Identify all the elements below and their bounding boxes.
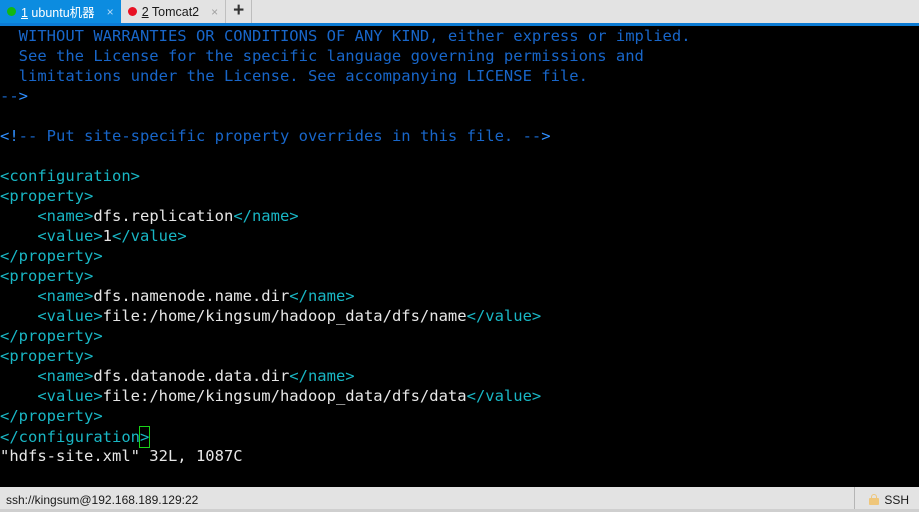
terminal-line: <value>file:/home/kingsum/hadoop_data/df… bbox=[0, 306, 919, 326]
terminal-line: See the License for the specific languag… bbox=[0, 46, 919, 66]
terminal-line: limitations under the License. See accom… bbox=[0, 66, 919, 86]
terminal-line: <property> bbox=[0, 186, 919, 206]
lock-icon bbox=[869, 494, 880, 505]
terminal-text: "hdfs-site.xml" 32L, 1087C bbox=[0, 447, 243, 465]
terminal-line: </property> bbox=[0, 246, 919, 266]
terminal-text: </value> bbox=[466, 387, 542, 405]
terminal-line: </configuration> bbox=[0, 426, 919, 448]
terminal-text: See the License for the specific languag… bbox=[0, 47, 644, 65]
tab-accelerator: 1 bbox=[21, 6, 28, 20]
terminal-line: <value>1</value> bbox=[0, 226, 919, 246]
terminal-text: </property> bbox=[0, 327, 103, 345]
tab-ubuntu[interactable]: 1 ubuntu机器 × bbox=[0, 0, 121, 23]
tab-status-dot-connected bbox=[7, 7, 16, 16]
terminal-text: file:/home/kingsum/hadoop_data/dfs/name bbox=[102, 307, 467, 325]
terminal-line: </property> bbox=[0, 406, 919, 426]
terminal-text: <value> bbox=[0, 387, 103, 405]
terminal-text: <configuration> bbox=[0, 167, 140, 185]
terminal-line: <name>dfs.replication</name> bbox=[0, 206, 919, 226]
terminal-text: <name> bbox=[0, 287, 94, 305]
terminal-text: </value> bbox=[466, 307, 542, 325]
terminal-line: --> bbox=[0, 86, 919, 106]
connection-string: ssh://kingsum@192.168.189.129:22 bbox=[6, 492, 199, 507]
terminal-text: </value> bbox=[112, 227, 187, 245]
terminal-line: "hdfs-site.xml" 32L, 1087C bbox=[0, 446, 919, 466]
terminal-line: <name>dfs.datanode.data.dir</name> bbox=[0, 366, 919, 386]
terminal-text: dfs.namenode.name.dir bbox=[93, 287, 290, 305]
terminal-text: <name> bbox=[0, 367, 94, 385]
tab-bar: 1 ubuntu机器 × 2 Tomcat2 × + bbox=[0, 0, 919, 26]
tab-bar-empty-area bbox=[252, 0, 919, 23]
terminal-text: </property> bbox=[0, 407, 103, 425]
tab-accelerator: 2 bbox=[141, 4, 149, 19]
terminal-text: 1 bbox=[102, 227, 112, 245]
terminal-text: <property> bbox=[0, 267, 94, 285]
tab-tomcat2[interactable]: 2 Tomcat2 × bbox=[120, 0, 227, 23]
terminal-text: <value> bbox=[0, 307, 103, 325]
terminal-text: dfs.replication bbox=[93, 207, 234, 225]
terminal-text: > bbox=[18, 87, 29, 105]
terminal-line: <value>file:/home/kingsum/hadoop_data/df… bbox=[0, 386, 919, 406]
tab-label-tomcat2: 2 Tomcat2 bbox=[142, 5, 199, 19]
terminal-text: </name> bbox=[289, 367, 355, 385]
terminal-line: <configuration> bbox=[0, 166, 919, 186]
terminal-text: </property> bbox=[0, 247, 103, 265]
terminal-text: <property> bbox=[0, 187, 94, 205]
tab-status-dot-disconnected bbox=[127, 7, 137, 16]
close-icon[interactable]: × bbox=[208, 6, 221, 18]
terminal-text: > bbox=[541, 127, 551, 145]
terminal-line: <property> bbox=[0, 266, 919, 286]
terminal-text: <name> bbox=[0, 207, 94, 225]
terminal-text: dfs.datanode.data.dir bbox=[93, 367, 290, 385]
terminal-line: WITHOUT WARRANTIES OR CONDITIONS OF ANY … bbox=[0, 26, 919, 46]
terminal-text: <property> bbox=[0, 347, 94, 365]
terminal-text: <! bbox=[0, 127, 19, 145]
close-icon[interactable]: × bbox=[104, 6, 117, 18]
terminal-screen[interactable]: WITHOUT WARRANTIES OR CONDITIONS OF ANY … bbox=[0, 26, 919, 486]
new-tab-button[interactable]: + bbox=[226, 0, 253, 23]
protocol-label: SSH bbox=[884, 492, 909, 507]
tab-title: ubuntu机器 bbox=[27, 6, 95, 20]
terminal-text: file:/home/kingsum/hadoop_data/dfs/data bbox=[102, 387, 467, 405]
tab-title: Tomcat2 bbox=[148, 4, 200, 19]
terminal-line: </property> bbox=[0, 326, 919, 346]
terminal-line: <!-- Put site-specific property override… bbox=[0, 126, 919, 146]
text-cursor: > bbox=[138, 426, 151, 448]
terminal-line: <name>dfs.namenode.name.dir</name> bbox=[0, 286, 919, 306]
terminal-text: </configuration bbox=[0, 428, 140, 446]
terminal-text: -- Put site-specific property overrides … bbox=[18, 127, 542, 145]
terminal-text: </name> bbox=[289, 287, 355, 305]
terminal-text: limitations under the License. See accom… bbox=[0, 67, 588, 85]
terminal-text: WITHOUT WARRANTIES OR CONDITIONS OF ANY … bbox=[0, 27, 691, 45]
terminal-line: <property> bbox=[0, 346, 919, 366]
terminal-text: </name> bbox=[233, 207, 299, 225]
terminal-text: -- bbox=[0, 87, 19, 105]
tab-label-ubuntu: 1 ubuntu机器 bbox=[21, 2, 95, 21]
terminal-text: <value> bbox=[0, 227, 103, 245]
